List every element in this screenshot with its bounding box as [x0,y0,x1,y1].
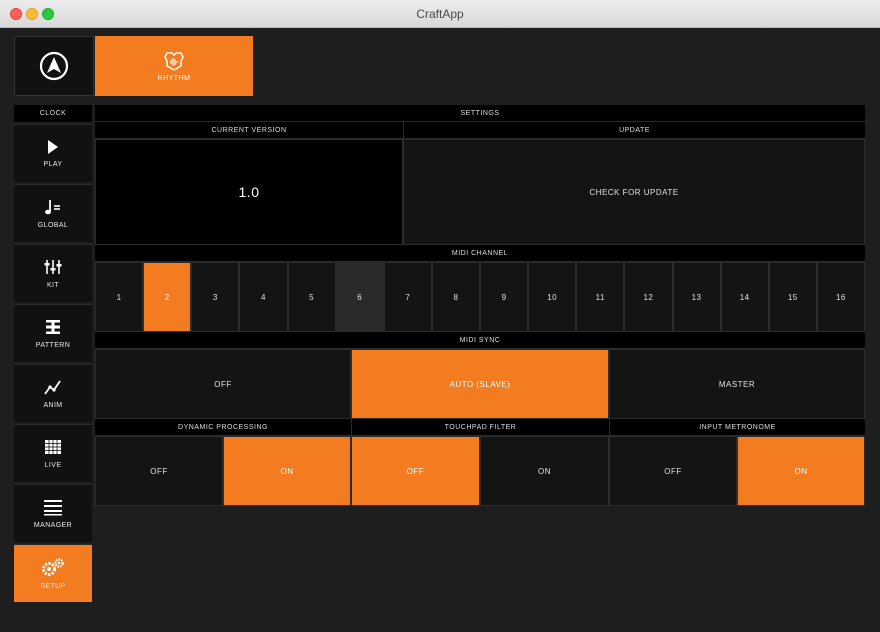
input-metronome-label: INPUT METRONOME [609,419,865,436]
midi-channel-button[interactable]: 16 [816,262,865,332]
title-bar: CraftApp [0,0,880,28]
midi-channel-button[interactable]: 12 [624,262,673,332]
sidebar-item-label: ANIM [43,402,63,409]
tab-rhythm[interactable]: RHYTHM [95,36,253,96]
sidebar-item-label: GLOBAL [37,222,69,229]
pattern-icon [46,320,60,334]
anim-icon [44,380,61,395]
midi-channel-button[interactable]: 10 [528,262,577,332]
sidebar-item-label: SETUP [40,583,66,590]
midi-channel-button[interactable]: 11 [576,262,625,332]
midi-channel-button[interactable]: 13 [672,262,721,332]
settings-title: SETTINGS [95,105,865,122]
dynamic-processing-on-button[interactable]: ON [223,436,351,506]
sidebar-item-label: PLAY [43,161,63,168]
midi-sync-label: MIDI SYNC [95,332,865,349]
play-icon [48,140,58,154]
midi-channel-button[interactable]: 5 [287,262,336,332]
check-update-button[interactable]: CHECK FOR UPDATE [403,139,865,245]
app-logo [14,36,94,96]
sidebar-item-label: MANAGER [33,522,73,529]
sidebar-item-pattern[interactable]: PATTERN [14,304,92,364]
app-content: RHYTHM CLOCK PLAY GLOBAL KIT PATTERN ANI… [0,28,880,632]
tempo-icon [45,200,60,215]
app-window: CraftApp RHYTHM CLOCK PLAY GLOBAL KIT PA… [0,0,880,632]
clock-label: CLOCK [14,105,92,122]
touchpad-filter-on-button[interactable]: ON [480,436,609,506]
sidebar-item-play[interactable]: PLAY [14,124,92,184]
sidebar-item-global[interactable]: GLOBAL [14,184,92,244]
settings-panel: SETTINGS CURRENT VERSION UPDATE 1.0 CHEC… [95,105,865,506]
midi-channel-button[interactable]: 4 [239,262,288,332]
sidebar-item-manager[interactable]: MANAGER [14,484,92,544]
midi-channel-button[interactable]: 14 [720,262,769,332]
window-title: CraftApp [416,7,464,21]
current-version-label: CURRENT VERSION [95,122,403,139]
midi-channel-button[interactable]: 1 [95,262,144,332]
version-value: 1.0 [95,139,403,245]
logo-icon [39,51,69,81]
touchpad-filter-label: TOUCHPAD FILTER [351,419,609,436]
midi-channel-button[interactable]: 9 [480,262,529,332]
mixer-icon [44,260,62,274]
sidebar-item-anim[interactable]: ANIM [14,364,92,424]
list-icon [44,500,62,516]
toggles-row: OFF ON OFF ON OFF ON [95,436,865,506]
sidebar-item-label: PATTERN [35,342,71,349]
input-metronome-off-button[interactable]: OFF [609,436,737,506]
version-row: 1.0 CHECK FOR UPDATE [95,139,865,245]
rhythm-icon [164,51,184,71]
midi-channel-row: 1 2 3 4 5 6 7 8 9 10 11 12 13 14 15 16 [95,262,865,332]
midi-sync-off-button[interactable]: OFF [95,349,351,419]
midi-sync-master-button[interactable]: MASTER [609,349,865,419]
midi-sync-auto-button[interactable]: AUTO (SLAVE) [351,349,609,419]
grid-icon [45,440,61,454]
toggles-header-row: DYNAMIC PROCESSING TOUCHPAD FILTER INPUT… [95,419,865,436]
touchpad-filter-off-button[interactable]: OFF [351,436,480,506]
sidebar-item-label: KIT [46,282,60,289]
gears-icon [42,558,64,576]
dynamic-processing-label: DYNAMIC PROCESSING [95,419,351,436]
update-label: UPDATE [403,122,865,139]
midi-channel-button[interactable]: 6 [335,262,384,332]
dynamic-processing-off-button[interactable]: OFF [95,436,223,506]
midi-channel-button[interactable]: 7 [383,262,432,332]
midi-channel-button[interactable]: 15 [768,262,817,332]
sidebar-item-live[interactable]: LIVE [14,424,92,484]
version-header-row: CURRENT VERSION UPDATE [95,122,865,139]
midi-channel-label: MIDI CHANNEL [95,245,865,262]
midi-channel-button[interactable]: 3 [191,262,240,332]
midi-sync-row: OFF AUTO (SLAVE) MASTER [95,349,865,419]
input-metronome-on-button[interactable]: ON [737,436,865,506]
midi-channel-button[interactable]: 2 [143,262,192,332]
sidebar: CLOCK PLAY GLOBAL KIT PATTERN ANIM LIVE … [14,105,92,604]
sidebar-item-label: LIVE [44,462,62,469]
sidebar-item-kit[interactable]: KIT [14,244,92,304]
tab-rhythm-label: RHYTHM [157,74,191,82]
midi-channel-button[interactable]: 8 [431,262,480,332]
sidebar-item-setup[interactable]: SETUP [14,544,92,604]
